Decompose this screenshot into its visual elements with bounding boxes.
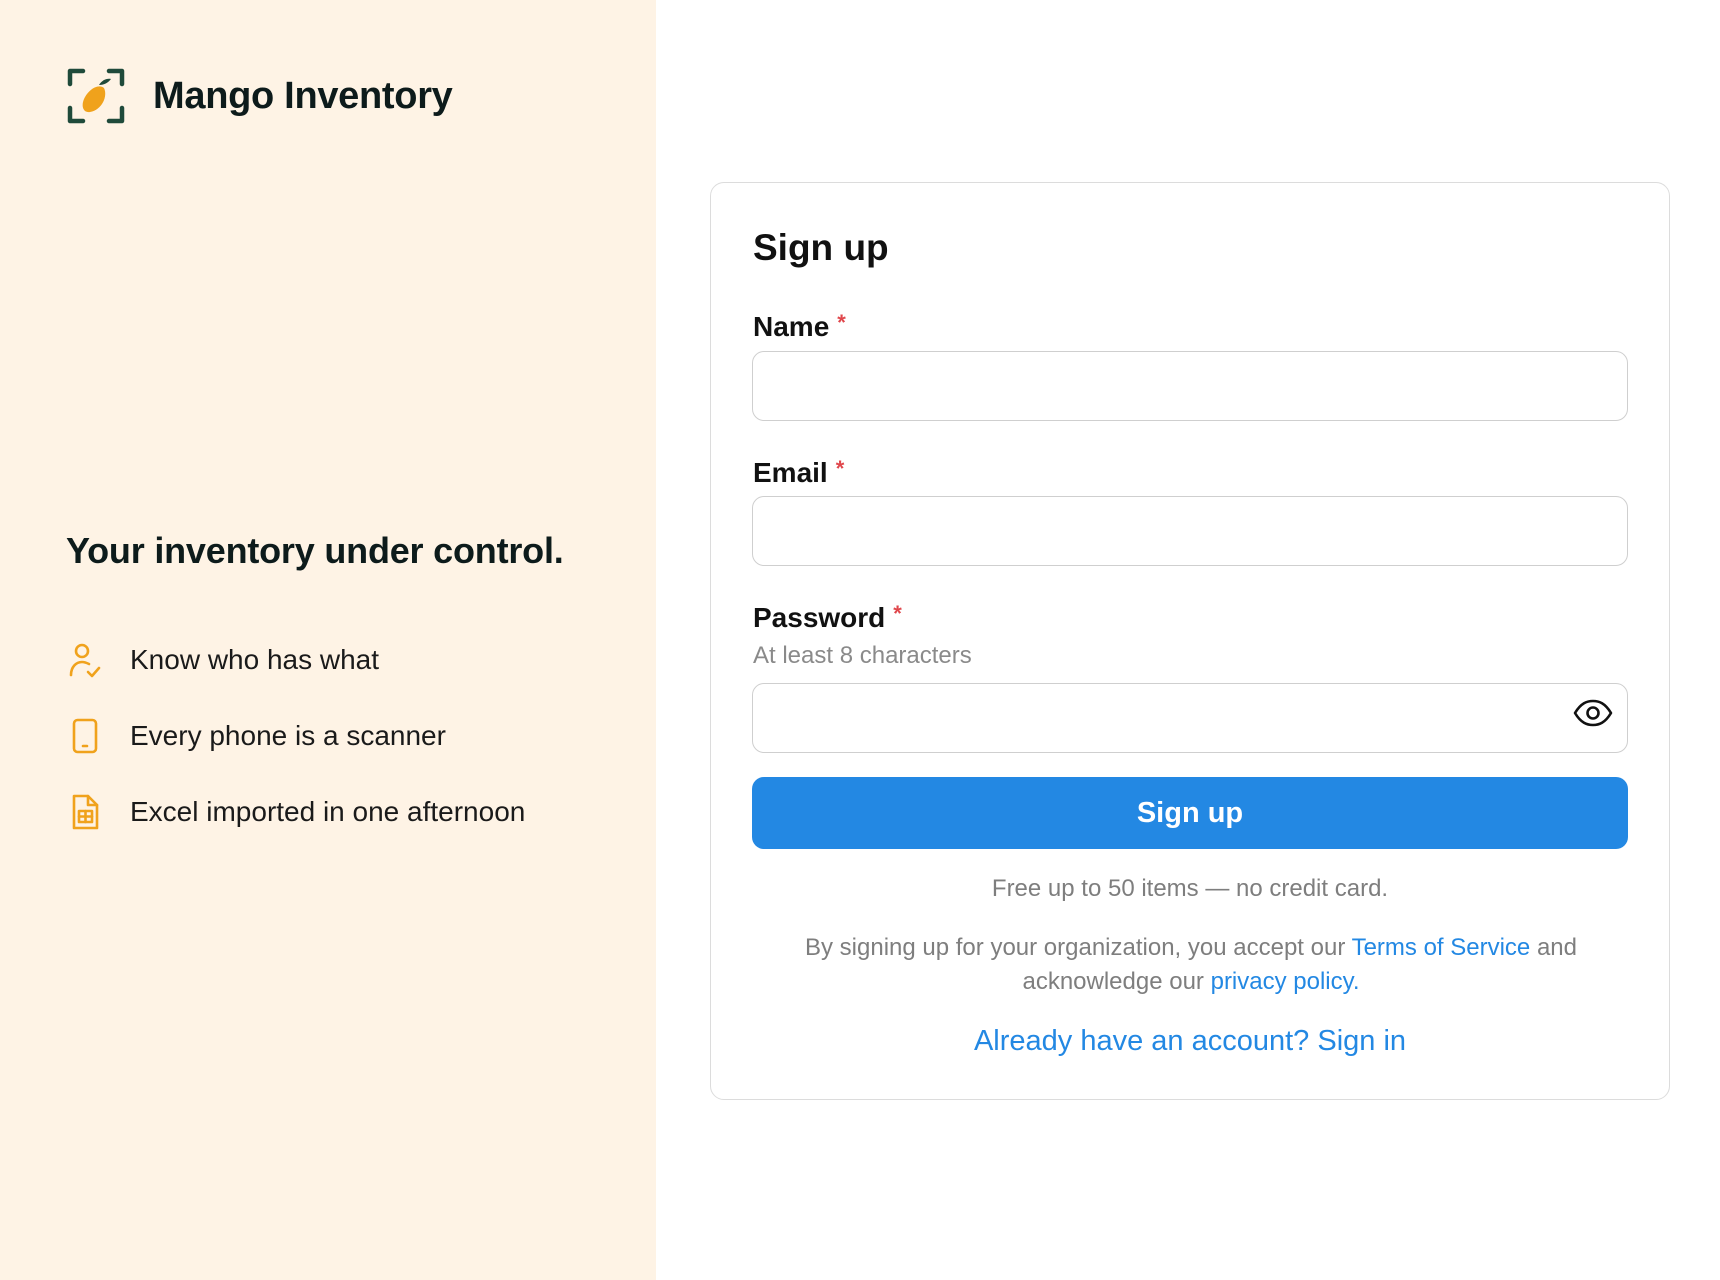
name-label: Name * xyxy=(753,310,846,343)
email-label: Email * xyxy=(753,456,845,489)
feature-item: Know who has what xyxy=(66,622,525,698)
feature-text: Know who has what xyxy=(130,644,380,675)
phone-icon xyxy=(72,718,98,754)
required-mark: * xyxy=(893,601,902,626)
brand: Mango Inventory xyxy=(66,66,453,126)
marketing-headline: Your inventory under control. xyxy=(66,530,564,571)
feature-list: Know who has what Every phone is a scann… xyxy=(66,622,525,850)
required-mark: * xyxy=(837,310,846,335)
signup-button[interactable]: Sign up xyxy=(752,777,1628,849)
terms-prefix: By signing up for your organization, you… xyxy=(805,934,1352,961)
password-label: Password * xyxy=(753,601,902,634)
feature-item: Excel imported in one afternoon xyxy=(66,774,525,850)
terms-of-service-link[interactable]: Terms of Service xyxy=(1352,934,1531,961)
spreadsheet-file-icon xyxy=(72,794,99,830)
marketing-panel: Mango Inventory Your inventory under con… xyxy=(0,0,656,1280)
password-input[interactable] xyxy=(752,683,1628,753)
password-hint: At least 8 characters xyxy=(753,642,972,669)
terms-notice: By signing up for your organization, you… xyxy=(753,931,1629,999)
mango-scanner-logo-icon xyxy=(67,68,125,124)
signup-title: Sign up xyxy=(753,227,889,268)
name-input[interactable] xyxy=(752,351,1628,421)
name-label-text: Name xyxy=(753,311,830,342)
brand-name: Mango Inventory xyxy=(153,74,453,117)
password-label-text: Password xyxy=(753,602,886,633)
user-check-icon xyxy=(69,643,101,678)
eye-icon[interactable] xyxy=(1573,698,1613,728)
sign-in-link[interactable]: Already have an account? Sign in xyxy=(711,1025,1669,1058)
feature-text: Every phone is a scanner xyxy=(130,720,446,751)
email-input[interactable] xyxy=(752,496,1628,566)
email-label-text: Email xyxy=(753,457,828,488)
required-mark: * xyxy=(835,456,845,481)
terms-suffix: . xyxy=(1352,968,1360,995)
free-plan-note: Free up to 50 items — no credit card. xyxy=(991,875,1389,902)
feature-text: Excel imported in one afternoon xyxy=(130,796,526,827)
privacy-policy-link[interactable]: privacy policy xyxy=(1211,968,1353,995)
signup-card: Sign up Name * Email * Password * At least … xyxy=(710,182,1670,1100)
feature-item: Every phone is a scanner xyxy=(66,698,525,774)
